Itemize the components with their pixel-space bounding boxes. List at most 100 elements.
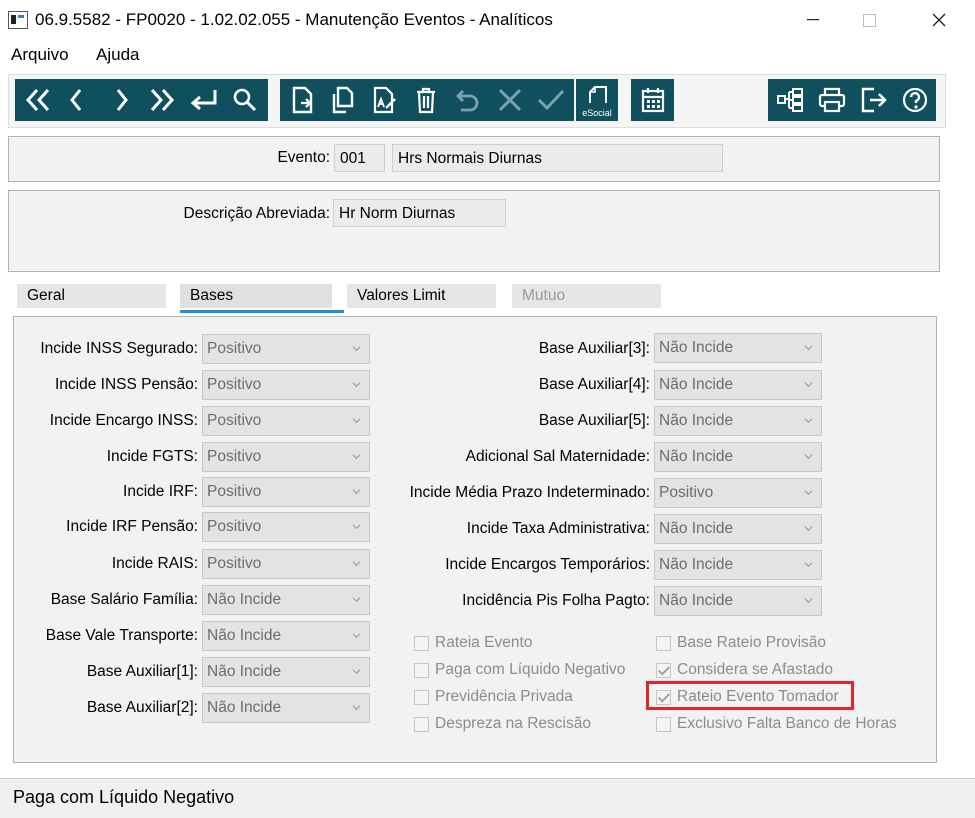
field-label: Incide INSS Segurado: [40,340,198,357]
confirm-icon[interactable] [532,79,570,121]
checkbox-label: Base Rateio Provisão [677,634,827,651]
last-record-icon[interactable] [143,79,181,121]
checkbox-box [414,717,429,732]
close-button[interactable] [916,0,962,40]
delete-icon[interactable] [408,79,444,121]
chevron-down-icon [352,454,361,460]
menu-arquivo[interactable]: Arquivo [11,45,69,65]
incide-encargos-temporarios-select[interactable]: Não Incide [654,550,822,580]
field-label: Base Auxiliar[4]: [538,376,650,393]
checkbox-box [414,663,429,678]
toolbar-utility-group [768,79,936,121]
select-value: Positivo [207,376,262,393]
chevron-down-icon [804,382,813,388]
tree-structure-icon[interactable] [770,79,810,121]
select-value: Não Incide [207,699,282,716]
help-icon[interactable] [896,79,934,121]
chevron-down-icon [804,454,813,460]
incide-rais-select[interactable]: Positivo [202,549,370,579]
select-value: Positivo [207,448,262,465]
base-vale-transporte-select[interactable]: Não Incide [202,621,370,651]
checkbox-box [656,636,671,651]
esocial-icon [589,86,607,103]
field-label: Incide Taxa Administrativa: [466,520,650,537]
checkbox-box [414,690,429,705]
tab-bases[interactable]: Bases [180,284,332,308]
field-label: Incide Encargos Temporários: [445,556,650,573]
adicional-sal-maternidade-select[interactable]: Não Incide [654,442,822,472]
incide-encargo-inss-select[interactable]: Positivo [202,406,370,436]
cancel-icon[interactable] [492,79,528,121]
evento-code-field[interactable]: 001 [334,144,385,172]
select-value: Não Incide [659,339,734,356]
select-value: Positivo [207,555,262,572]
base-auxiliar-5-select[interactable]: Não Incide [654,406,822,436]
field-label: Base Salário Família: [50,591,198,608]
chevron-down-icon [804,418,813,424]
chevron-down-icon [352,382,361,388]
chevron-down-icon [352,489,361,495]
select-value: Positivo [207,518,262,535]
tab-mutuo[interactable]: Mutuo [512,284,661,308]
select-value: Não Incide [659,448,734,465]
select-value: Não Incide [207,591,282,608]
calendar-button[interactable] [631,79,674,121]
checkbox-label: Exclusivo Falta Banco de Horas [677,715,897,732]
chevron-down-icon [352,418,361,424]
incide-media-prazo-select[interactable]: Positivo [654,478,822,508]
incide-irf-select[interactable]: Positivo [202,477,370,507]
select-value: Não Incide [659,412,734,429]
tab-valores-limit[interactable]: Valores Limit [347,284,496,308]
base-auxiliar-2-select[interactable]: Não Incide [202,693,370,723]
base-auxiliar-4-select[interactable]: Não Incide [654,370,822,400]
chevron-down-icon [352,597,361,603]
checkbox-label: Previdência Privada [435,688,573,705]
incide-fgts-select[interactable]: Positivo [202,442,370,472]
menu-ajuda[interactable]: Ajuda [96,45,139,65]
edit-document-icon[interactable] [366,79,404,121]
incidencia-pis-folha-select[interactable]: Não Incide [654,586,822,616]
esocial-label: eSocial [582,108,612,118]
return-icon[interactable] [185,79,223,121]
field-label: Adicional Sal Maternidade: [465,448,650,465]
select-value: Positivo [207,483,262,500]
descricao-field[interactable]: Hr Norm Diurnas [333,199,506,227]
field-label: Incidência Pis Folha Pagto: [462,592,650,609]
checkbox-box [414,636,429,651]
search-icon[interactable] [227,79,263,121]
maximize-button[interactable] [846,0,892,40]
first-record-icon[interactable] [19,79,57,121]
evento-name-field[interactable]: Hrs Normais Diurnas [392,144,723,172]
exit-icon[interactable] [854,79,894,121]
previous-record-icon[interactable] [61,79,91,121]
incide-irf-pensao-select[interactable]: Positivo [202,512,370,542]
field-label: Incide Média Prazo Indeterminado: [409,484,650,501]
chevron-down-icon [352,561,361,567]
new-document-icon[interactable] [284,79,322,121]
checkbox-label: Considera se Afastado [677,661,833,678]
next-record-icon[interactable] [107,79,137,121]
tab-geral[interactable]: Geral [17,284,166,308]
highlight-box [646,681,854,710]
minimize-button[interactable] [790,0,836,40]
toolbar-edit-group [280,79,574,121]
esocial-button[interactable]: eSocial [576,79,618,121]
chevron-down-icon [804,526,813,532]
chevron-down-icon [804,345,813,351]
incide-inss-pensao-select[interactable]: Positivo [202,370,370,400]
copy-icon[interactable] [324,79,362,121]
undo-icon[interactable] [450,79,486,121]
chevron-down-icon [352,705,361,711]
checkbox-label: Despreza na Rescisão [435,715,591,732]
base-auxiliar-1-select[interactable]: Não Incide [202,657,370,687]
base-salario-familia-select[interactable]: Não Incide [202,585,370,615]
incide-inss-segurado-select[interactable]: Positivo [202,334,370,364]
checkbox-label: Rateia Evento [435,634,533,651]
incide-taxa-administrativa-select[interactable]: Não Incide [654,514,822,544]
field-label: Incide RAIS: [111,555,198,572]
status-text: Paga com Líquido Negativo [13,787,235,807]
base-auxiliar-3-select[interactable]: Não Incide [654,333,822,363]
select-value: Não Incide [207,627,282,644]
chevron-down-icon [352,346,361,352]
print-icon[interactable] [812,79,852,121]
